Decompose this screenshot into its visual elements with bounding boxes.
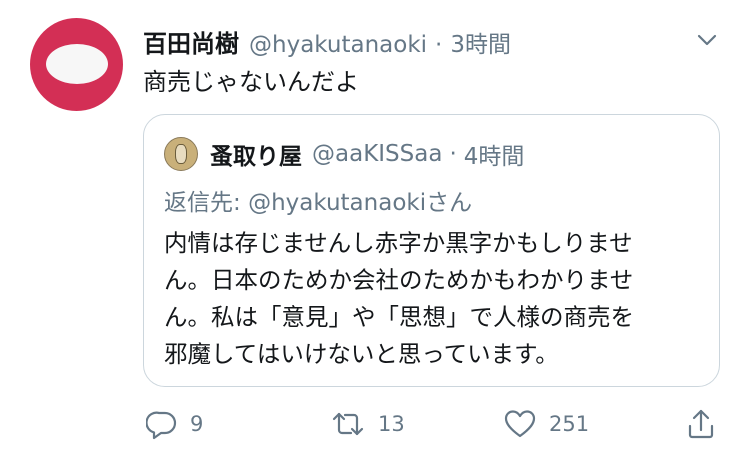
- share-button[interactable]: [685, 404, 717, 444]
- reply-icon: [146, 408, 178, 440]
- reply-to-suffix: さん: [426, 190, 473, 216]
- quoted-avatar: [164, 137, 198, 171]
- quoted-text-line: ん。日本のためか会社のためかもわかりませ: [164, 266, 634, 294]
- tweet-timestamp[interactable]: 3時間: [450, 25, 511, 59]
- tweet-text: 商売じゃないんだよ: [143, 68, 359, 96]
- quoted-tweet-header: 蚤取り屋 @aaKISSaa · 4時間: [164, 137, 524, 171]
- retweet-count: 13: [378, 412, 405, 436]
- author-handle[interactable]: @hyakutanaoki: [249, 32, 427, 58]
- avatar[interactable]: [30, 18, 123, 111]
- quoted-text-line: 邪魔してはいけないと思っています。: [164, 340, 559, 368]
- like-button[interactable]: 251: [503, 404, 589, 444]
- avatar-inner-shape: [46, 44, 108, 84]
- reply-to-line: 返信先: @hyakutanaokiさん: [164, 183, 472, 217]
- quoted-tweet-text: 内情は存じませんし赤字か黒字かもしりませ ん。日本のためか会社のためかもわかりま…: [164, 225, 709, 373]
- reply-to-handle[interactable]: @hyakutanaoki: [248, 190, 426, 216]
- retweet-button[interactable]: 13: [330, 404, 405, 444]
- tweet-actions: 9 13 251: [143, 404, 733, 444]
- share-icon: [685, 407, 717, 441]
- tweet-header: 百田尚樹 @hyakutanaoki · 3時間: [143, 24, 511, 59]
- retweet-icon: [330, 408, 366, 440]
- reply-count: 9: [190, 412, 204, 436]
- reply-to-prefix: 返信先:: [164, 190, 249, 216]
- quoted-author-name: 蚤取り屋: [210, 144, 302, 170]
- heart-icon: [503, 408, 537, 440]
- reply-button[interactable]: 9: [146, 404, 203, 444]
- author-name[interactable]: 百田尚樹: [143, 24, 239, 59]
- quoted-separator-dot: ·: [449, 141, 457, 167]
- quoted-timestamp: 4時間: [463, 144, 525, 170]
- chevron-down-icon[interactable]: [693, 26, 721, 54]
- like-count: 251: [549, 412, 590, 436]
- separator-dot: ·: [435, 32, 443, 58]
- quoted-text-line: 内情は存じませんし赤字か黒字かもしりませ: [164, 229, 633, 257]
- quoted-avatar-mark: [175, 144, 187, 164]
- quoted-tweet-card[interactable]: 蚤取り屋 @aaKISSaa · 4時間 返信先: @hyakutanaokiさ…: [143, 114, 720, 387]
- quoted-author-handle: @aaKISSaa: [312, 141, 443, 167]
- quoted-text-line: ん。私は「意見」や「思想」で人様の商売を: [164, 303, 634, 331]
